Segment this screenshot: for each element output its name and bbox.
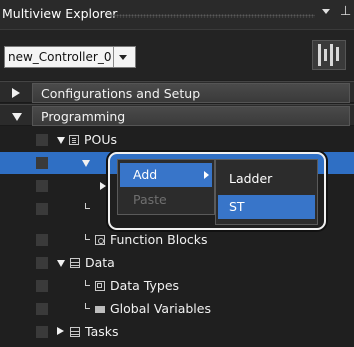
section-header-configurations[interactable]: Configurations and Setup [32,83,350,103]
gutter-marker [36,280,48,292]
controller-bar: new_Controller_0 [0,30,354,80]
menu-item-paste-label: Paste [133,192,167,207]
controller-select-value: new_Controller_0 [8,50,112,64]
tree-item-function-blocks[interactable]: Function Blocks [0,229,354,251]
title-grip[interactable] [110,14,315,18]
data-types-label: Data Types [110,278,180,293]
expand-down-icon[interactable] [82,160,90,167]
tree-section-configurations[interactable]: Configurations and Setup [0,81,354,103]
tree-connector [85,280,90,286]
multiview-explorer-panel: Multiview Explorer ⊥ new_Controller_0 Co… [0,0,354,347]
pous-label: POUs [84,132,118,147]
section-header-programming[interactable]: Programming [32,106,350,126]
tree-item-data[interactable]: Data [0,252,354,274]
global-variables-label: Global Variables [110,301,211,316]
submenu-item-st-label: ST [229,199,245,214]
function-blocks-label: Function Blocks [110,232,208,247]
window-menu-arrow-icon[interactable] [322,9,330,14]
expand-right-icon[interactable] [57,327,64,335]
menu-item-add[interactable]: Add [120,163,212,187]
gutter-marker [36,180,48,192]
submenu-item-ladder-label: Ladder [229,171,273,186]
configurations-label: Configurations and Setup [41,86,201,101]
tree-section-programming[interactable]: Programming [0,104,354,126]
expand-down-icon[interactable] [57,260,65,267]
data-label: Data [85,255,115,270]
expand-down-icon[interactable] [12,113,22,121]
tree-item-pous[interactable]: POUs [0,129,354,151]
gutter-marker [36,157,48,169]
add-submenu: Ladder ST [215,159,318,225]
gutter-marker [36,257,48,269]
submenu-arrow-icon [204,171,209,179]
gutter-marker [36,326,48,338]
tasks-label: Tasks [85,324,119,339]
gutter-marker [36,234,48,246]
pou-icon [69,135,79,145]
tree-item-data-types[interactable]: Data Types [0,275,354,297]
gutter-marker [36,203,48,215]
title-bar: Multiview Explorer ⊥ [0,0,354,30]
global-variables-icon [95,306,105,313]
expand-right-icon[interactable] [100,182,106,190]
context-menu: Add Paste [117,159,215,215]
dropdown-arrow-icon[interactable] [119,55,127,60]
expand-right-icon[interactable] [12,88,20,98]
controller-select[interactable]: new_Controller_0 [4,46,136,68]
tree-item-tasks[interactable]: Tasks [0,321,354,343]
menu-item-add-label: Add [133,167,158,182]
tree-connector [85,234,90,240]
controller-select-divider [113,47,114,67]
pin-icon[interactable]: ⊥ [340,4,351,19]
tree-connector [85,303,90,309]
tasks-icon [70,327,80,337]
tree-connector [85,203,90,209]
expand-down-icon[interactable] [57,137,65,144]
function-block-icon [95,235,105,245]
menu-item-paste[interactable]: Paste [120,188,212,212]
submenu-item-ladder[interactable]: Ladder [218,167,315,191]
data-types-icon [95,281,105,291]
submenu-item-st[interactable]: ST [218,195,315,219]
gutter-marker [36,303,48,315]
data-icon [70,258,80,268]
controller-icon[interactable] [312,40,346,70]
programming-label: Programming [41,109,126,124]
window-title: Multiview Explorer [2,6,118,21]
gutter-marker [36,134,48,146]
tree-item-global-variables[interactable]: Global Variables [0,298,354,320]
